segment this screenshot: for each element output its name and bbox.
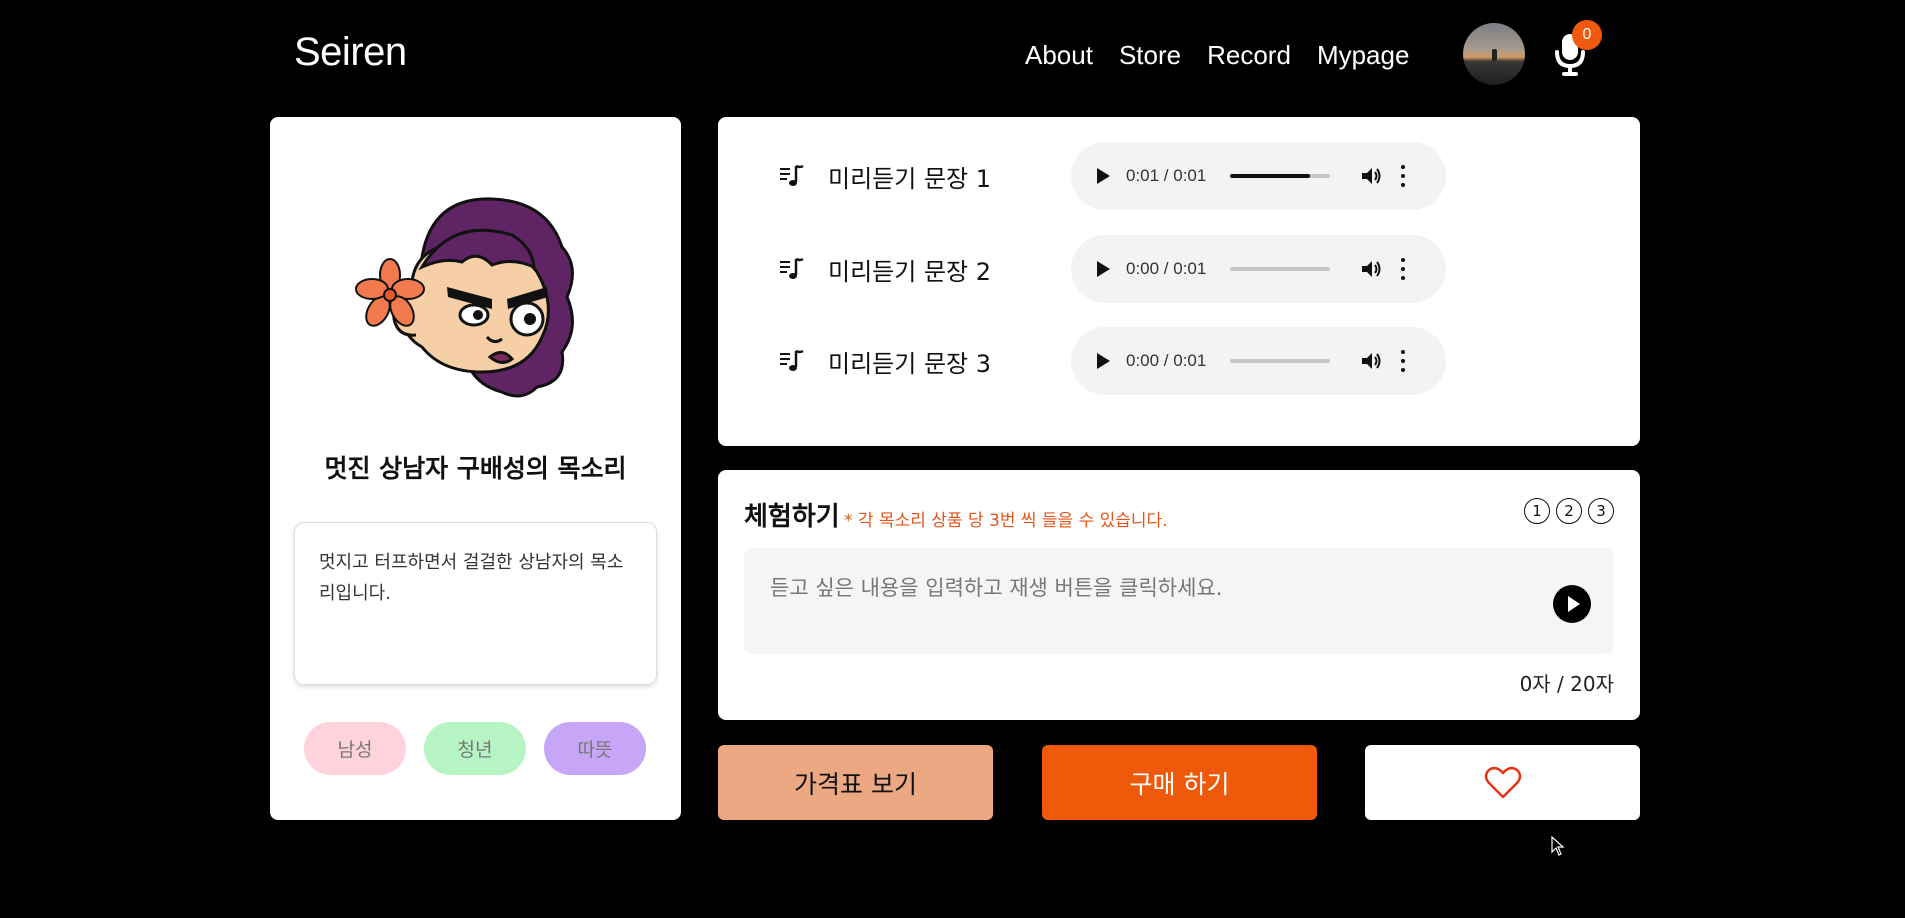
audio-time: 0:00 / 0:01 [1126, 259, 1207, 278]
sample-row: 미리듣기 문장 1 0:01 / 0:01 [778, 142, 1446, 210]
character-illustration [355, 197, 574, 398]
voice-profile-card: 멋진 상남자 구배성의 목소리 멋지고 터프하면서 걸걸한 상남자의 목소리입니… [270, 117, 681, 820]
trial-count-1: 1 [1524, 498, 1550, 524]
more-options-icon[interactable] [1400, 258, 1406, 280]
play-icon[interactable] [1097, 261, 1110, 277]
music-list-icon [780, 349, 804, 371]
nav-record[interactable]: Record [1207, 40, 1291, 71]
mic-count-badge: 0 [1572, 20, 1602, 50]
music-list-icon [780, 164, 804, 186]
audio-player[interactable]: 0:00 / 0:01 [1071, 327, 1446, 395]
like-button[interactable] [1365, 745, 1640, 820]
volume-icon[interactable] [1360, 165, 1382, 187]
trial-remaining-counts: 1 2 3 [1524, 498, 1614, 524]
nav-mypage[interactable]: Mypage [1317, 40, 1410, 71]
audio-progress[interactable] [1230, 174, 1330, 178]
music-list-icon [780, 257, 804, 279]
main-nav: About Store Record Mypage [1025, 40, 1409, 71]
more-options-icon[interactable] [1400, 350, 1406, 372]
nav-about[interactable]: About [1025, 40, 1093, 71]
mouse-cursor-icon [1551, 836, 1565, 856]
trial-note: * 각 목소리 상품 당 3번 씩 들을 수 있습니다. [844, 511, 1168, 531]
trial-play-button[interactable] [1553, 585, 1591, 623]
char-count: 0자 / 20자 [1519, 672, 1614, 696]
preview-samples-card: 미리듣기 문장 1 0:01 / 0:01 미리듣기 문장 2 0:00 / 0… [718, 117, 1640, 446]
trial-count-2: 2 [1556, 498, 1582, 524]
audio-progress[interactable] [1230, 267, 1330, 271]
volume-icon[interactable] [1360, 350, 1382, 372]
sample-row: 미리듣기 문장 2 0:00 / 0:01 [778, 235, 1446, 303]
nav-store[interactable]: Store [1119, 40, 1181, 71]
audio-progress[interactable] [1230, 359, 1330, 363]
audio-player[interactable]: 0:01 / 0:01 [1071, 142, 1446, 210]
price-table-button[interactable]: 가격표 보기 [718, 745, 993, 820]
tag-mood[interactable]: 따뜻 [544, 722, 646, 775]
trial-title: 체험하기 [744, 502, 840, 532]
more-options-icon[interactable] [1400, 165, 1406, 187]
sample-row: 미리듣기 문장 3 0:00 / 0:01 [778, 327, 1446, 395]
tag-age[interactable]: 청년 [424, 722, 526, 775]
audio-time: 0:00 / 0:01 [1126, 351, 1207, 370]
buy-button[interactable]: 구매 하기 [1042, 745, 1317, 820]
voice-description: 멋지고 터프하면서 걸걸한 상남자의 목소리입니다. [294, 522, 657, 685]
audio-time: 0:01 / 0:01 [1126, 166, 1207, 185]
site-logo[interactable]: Seiren [294, 30, 407, 75]
heart-icon [1484, 766, 1521, 798]
sample-label: 미리듣기 문장 1 [828, 164, 992, 193]
audio-player[interactable]: 0:00 / 0:01 [1071, 235, 1446, 303]
sample-label: 미리듣기 문장 2 [828, 257, 992, 286]
sample-label: 미리듣기 문장 3 [828, 349, 992, 378]
tag-gender[interactable]: 남성 [304, 722, 406, 775]
user-avatar[interactable] [1463, 23, 1525, 85]
trial-count-3: 3 [1588, 498, 1614, 524]
trial-card: 체험하기 * 각 목소리 상품 당 3번 씩 들을 수 있습니다. 1 2 3 … [718, 470, 1640, 720]
voice-tags: 남성 청년 따뜻 [304, 722, 646, 775]
volume-icon[interactable] [1360, 258, 1382, 280]
play-icon[interactable] [1097, 168, 1110, 184]
play-icon[interactable] [1097, 353, 1110, 369]
trial-text-input[interactable] [744, 548, 1614, 654]
voice-name: 멋진 상남자 구배성의 목소리 [324, 454, 627, 483]
